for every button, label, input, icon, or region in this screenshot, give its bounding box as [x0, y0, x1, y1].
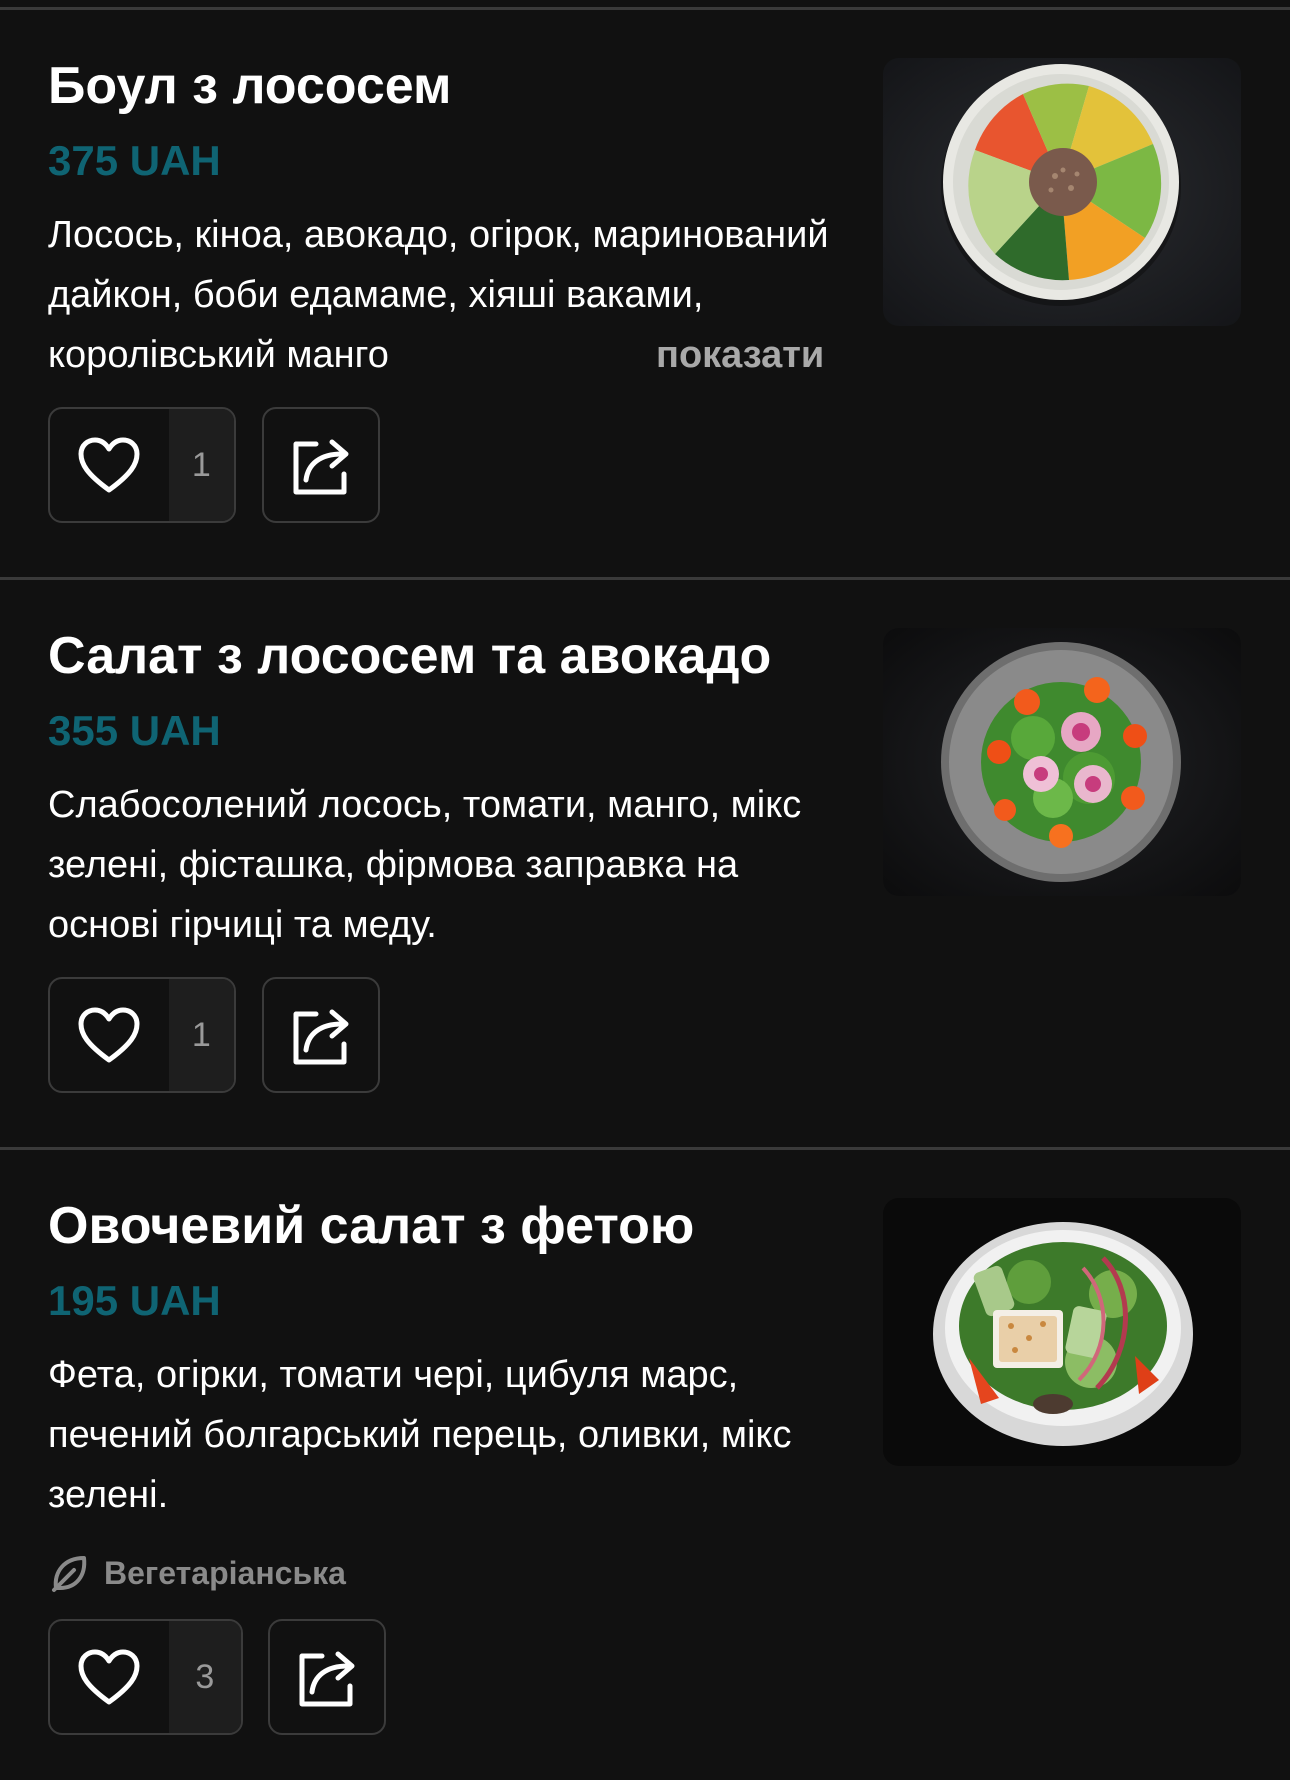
dish-photo[interactable]	[883, 628, 1241, 896]
top-divider	[0, 7, 1290, 10]
like-group[interactable]: 3	[48, 1619, 243, 1735]
dish-photo[interactable]	[883, 1198, 1241, 1466]
item-divider	[0, 1147, 1290, 1150]
like-count: 1	[168, 979, 234, 1091]
item-price: 375 UAH	[48, 137, 221, 184]
share-icon	[299, 1651, 355, 1707]
salmon-salad-photo-icon	[883, 628, 1241, 896]
item-price: 355 UAH	[48, 707, 221, 754]
poke-bowl-photo-icon	[883, 58, 1241, 326]
like-count: 3	[168, 1621, 241, 1733]
share-button[interactable]	[268, 1619, 386, 1735]
item-description: Слабосолений лосось, томати, манго, мікс…	[48, 784, 802, 946]
share-icon	[293, 1009, 349, 1065]
item-title: Салат з лососем та авокадо	[48, 627, 772, 685]
vegetarian-tag: Вегетаріанська	[48, 1552, 346, 1594]
feta-salad-photo-icon	[883, 1198, 1241, 1466]
item-title: Боул з лососем	[48, 57, 452, 115]
item-price: 195 UAH	[48, 1277, 221, 1324]
like-group[interactable]: 1	[48, 407, 236, 523]
item-divider	[0, 577, 1290, 580]
like-button[interactable]	[50, 409, 169, 521]
item-title: Овочевий салат з фетою	[48, 1197, 695, 1255]
heart-icon	[78, 1649, 140, 1705]
share-button[interactable]	[262, 977, 380, 1093]
like-count: 1	[168, 409, 234, 521]
heart-icon	[78, 1007, 140, 1063]
like-button[interactable]	[50, 979, 169, 1091]
like-button[interactable]	[50, 1621, 169, 1733]
like-group[interactable]: 1	[48, 977, 236, 1093]
share-button[interactable]	[262, 407, 380, 523]
show-more-link[interactable]: показати	[654, 325, 825, 385]
dish-photo[interactable]	[883, 58, 1241, 326]
leaf-icon	[52, 1556, 87, 1592]
vegetarian-label: Вегетаріанська	[104, 1554, 346, 1591]
heart-icon	[78, 437, 140, 493]
item-description: Фета, огірки, томати чері, цибуля марс, …	[48, 1354, 792, 1516]
share-icon	[293, 439, 349, 495]
